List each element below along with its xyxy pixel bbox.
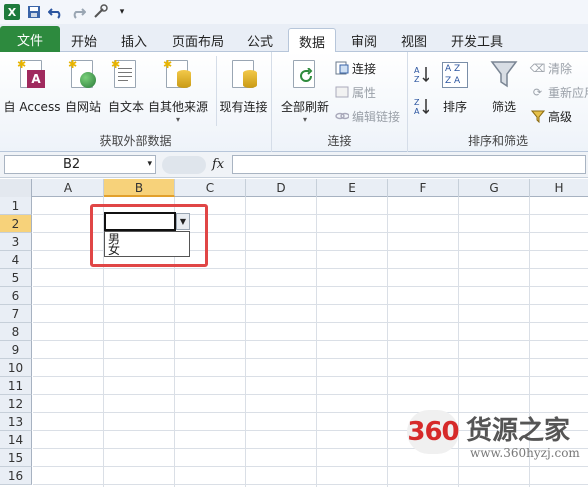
row-header-10[interactable]: 10 <box>0 359 32 377</box>
tab-insert[interactable]: 插入 <box>114 28 154 52</box>
group-connections: 全部刷新 ▾ 连接 属性 编辑链接 连接 <box>272 52 408 152</box>
redo-icon[interactable] <box>70 4 86 20</box>
row-header-7[interactable]: 7 <box>0 305 32 323</box>
tab-home[interactable]: 开始 <box>66 28 102 52</box>
tab-file[interactable]: 文件 <box>0 26 60 52</box>
group-get-external-data: A ✱ 自 Access ✱ 自网站 ✱ 自文本 ✱ 自其他来源 ▾ 现有连接 … <box>0 52 272 152</box>
reapply-icon: ⟳ <box>532 85 543 99</box>
save-icon[interactable] <box>26 4 42 20</box>
excel-logo-icon: X <box>4 4 20 20</box>
undo-icon[interactable] <box>48 4 64 20</box>
clear-filter-button[interactable]: ⌫ 清除 <box>530 58 572 78</box>
row-header-13[interactable]: 13 <box>0 413 32 431</box>
text-file-icon: ✱ <box>111 58 141 92</box>
column-header-h[interactable]: H <box>530 179 588 197</box>
clear-filter-icon: ⌫ <box>529 61 546 75</box>
refresh-icon <box>290 58 320 92</box>
tab-developer[interactable]: 开发工具 <box>446 28 508 52</box>
edit-links-button[interactable]: 编辑链接 <box>334 106 400 126</box>
sort-button[interactable]: A Z Z A 排序 <box>438 56 472 126</box>
svg-text:Z: Z <box>414 75 420 83</box>
svg-text:Z: Z <box>414 98 420 107</box>
row-header-1[interactable]: 1 <box>0 197 32 215</box>
formula-bar-splitter[interactable] <box>162 156 206 174</box>
tab-formulas[interactable]: 公式 <box>240 28 280 52</box>
column-header-g[interactable]: G <box>459 179 530 197</box>
advanced-filter-button[interactable]: 高级 <box>530 106 572 126</box>
row-header-11[interactable]: 11 <box>0 377 32 395</box>
from-access-button[interactable]: A ✱ 自 Access <box>4 56 61 126</box>
tab-data[interactable]: 数据 <box>288 28 336 53</box>
sort-za-icon: ZA <box>414 98 429 115</box>
watermark-name: 货源之家 <box>466 416 571 446</box>
column-header-a[interactable]: A <box>33 179 104 197</box>
ribbon-tabs: 文件 开始 插入 页面布局 公式 数据 审阅 视图 开发工具 <box>0 24 588 53</box>
ribbon: A ✱ 自 Access ✱ 自网站 ✱ 自文本 ✱ 自其他来源 ▾ 现有连接 … <box>0 52 588 152</box>
customize-qat-icon[interactable]: ▾ <box>114 4 130 20</box>
row-header-2[interactable]: 2 <box>0 215 32 233</box>
web-icon: ✱ <box>68 58 98 92</box>
tab-page-layout[interactable]: 页面布局 <box>166 28 230 52</box>
chevron-down-icon[interactable]: ▾ <box>147 159 152 169</box>
formula-bar: B2 ▾ fx <box>0 152 588 178</box>
svg-text:A: A <box>414 107 420 115</box>
row-header-5[interactable]: 5 <box>0 269 32 287</box>
chevron-down-icon: ▾ <box>175 115 180 124</box>
column-headers: A B C D E F G H <box>0 179 588 197</box>
row-header-3[interactable]: 3 <box>0 233 32 251</box>
svg-text:A: A <box>414 66 420 75</box>
filter-button[interactable]: 筛选 <box>484 56 524 126</box>
row-header-8[interactable]: 8 <box>0 323 32 341</box>
reapply-button[interactable]: ⟳ 重新应用 <box>530 82 588 102</box>
sort-ascending-button[interactable]: AZ <box>414 64 429 84</box>
group-label-get-external-data: 获取外部数据 <box>99 134 172 148</box>
chevron-down-icon: ▾ <box>302 115 307 124</box>
from-text-button[interactable]: ✱ 自文本 <box>106 56 146 126</box>
sort-icon: A Z Z A <box>440 58 470 92</box>
insert-function-icon[interactable]: fx <box>212 157 224 172</box>
group-sort-filter: AZ ZA A Z Z A 排序 筛选 ⌫ 清除 ⟳ 重新应用 <box>408 52 588 152</box>
connections-icon <box>334 61 349 76</box>
sort-az-icon: AZ <box>414 66 429 83</box>
row-header-14[interactable]: 14 <box>0 431 32 449</box>
column-header-e[interactable]: E <box>317 179 388 197</box>
row-header-15[interactable]: 15 <box>0 449 32 467</box>
watermark: 360 货源之家 www.360hyzj.com <box>404 408 588 462</box>
row-header-9[interactable]: 9 <box>0 341 32 359</box>
row-header-12[interactable]: 12 <box>0 395 32 413</box>
properties-icon <box>334 85 349 100</box>
filter-funnel-icon <box>489 58 519 92</box>
row-header-6[interactable]: 6 <box>0 287 32 305</box>
advanced-filter-icon <box>530 109 545 124</box>
existing-connections-icon <box>229 58 259 92</box>
tools-icon[interactable] <box>92 4 108 20</box>
from-web-button[interactable]: ✱ 自网站 <box>62 56 104 126</box>
group-label-connections: 连接 <box>327 134 352 148</box>
annotation-highlight-box <box>90 204 208 267</box>
formula-input[interactable] <box>232 155 586 174</box>
column-header-d[interactable]: D <box>246 179 317 197</box>
sort-descending-button[interactable]: ZA <box>414 96 429 116</box>
properties-button[interactable]: 属性 <box>334 82 376 102</box>
row-header-16[interactable]: 16 <box>0 467 32 485</box>
row-header-4[interactable]: 4 <box>0 251 32 269</box>
quick-access-toolbar: X ▾ <box>0 0 588 24</box>
name-box[interactable]: B2 ▾ <box>4 155 156 174</box>
tab-review[interactable]: 审阅 <box>344 28 384 52</box>
from-other-sources-button[interactable]: ✱ 自其他来源 ▾ <box>148 56 208 126</box>
access-icon: A ✱ <box>17 58 47 92</box>
link-icon <box>334 109 349 124</box>
watermark-url: www.360hyzj.com <box>470 446 580 460</box>
group-label-sort-filter: 排序和筛选 <box>467 134 528 148</box>
existing-connections-button[interactable]: 现有连接 <box>216 56 270 126</box>
refresh-all-button[interactable]: 全部刷新 ▾ <box>278 56 332 126</box>
column-header-f[interactable]: F <box>388 179 459 197</box>
other-sources-icon: ✱ <box>163 58 193 92</box>
column-header-b[interactable]: B <box>104 179 175 197</box>
select-all-button[interactable] <box>0 179 32 197</box>
connections-button[interactable]: 连接 <box>334 58 376 78</box>
tab-view[interactable]: 视图 <box>396 28 432 52</box>
watermark-logo: 360 <box>407 410 460 454</box>
column-header-c[interactable]: C <box>175 179 246 197</box>
